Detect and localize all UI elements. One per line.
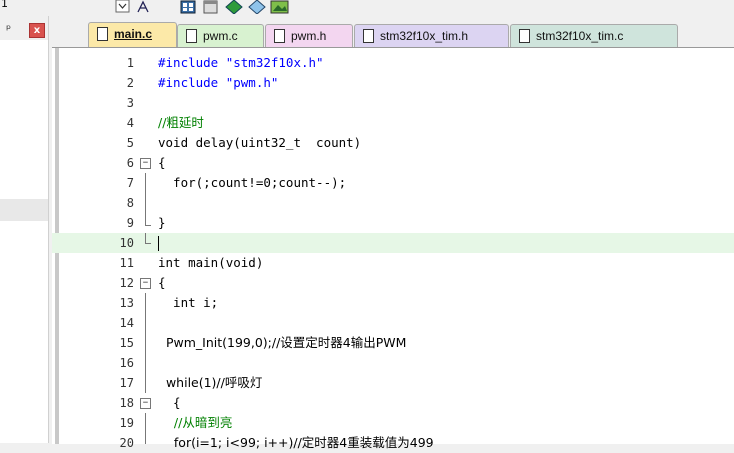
tool-icon[interactable] xyxy=(135,0,153,14)
code-comment: //粗延时 xyxy=(158,115,204,130)
image-icon[interactable] xyxy=(270,0,290,14)
code-text: for(;count!=0;count--); xyxy=(158,175,347,190)
text-caret xyxy=(158,236,159,251)
file-icon xyxy=(186,29,197,43)
tab-label: main.c xyxy=(114,27,153,41)
tab-stm32f10x-tim-h[interactable]: stm32f10x_tim.h xyxy=(354,24,509,47)
pin-icon[interactable]: ᵖ xyxy=(6,22,11,36)
code-text: #include "pwm.h" xyxy=(158,75,279,90)
code-line[interactable]: 8 xyxy=(52,193,734,213)
tab-pwm-c[interactable]: pwm.c xyxy=(177,24,264,47)
code-text: { xyxy=(158,275,166,290)
line-number: 11 xyxy=(119,256,134,270)
line-number: 14 xyxy=(119,316,134,330)
left-panel-header: ᵖ x xyxy=(0,16,48,40)
line-number: 8 xyxy=(126,196,134,210)
code-text: for(i=1; i<99; i++)//定时器4重装载值为499 xyxy=(158,435,434,450)
file-icon xyxy=(274,29,285,43)
code-line[interactable]: 17 while(1)//呼吸灯 xyxy=(52,373,734,393)
code-text: void delay(uint32_t count) xyxy=(158,135,362,150)
editor-tabs: main.c pwm.c pwm.h stm32f10x_tim.h stm32… xyxy=(80,21,734,47)
fold-collapse-icon[interactable]: − xyxy=(140,158,151,169)
fold-collapse-icon[interactable]: − xyxy=(140,278,151,289)
diamond-green-icon[interactable] xyxy=(225,0,243,14)
line-number: 17 xyxy=(119,376,134,390)
line-number: 3 xyxy=(126,96,134,110)
line-number: 18 xyxy=(119,396,134,410)
code-line[interactable]: 12 − { xyxy=(52,273,734,293)
grid-icon[interactable] xyxy=(180,0,198,14)
line-number: 2 xyxy=(126,76,134,90)
code-line[interactable]: 14 xyxy=(52,313,734,333)
tab-stm32f10x-tim-c[interactable]: stm32f10x_tim.c xyxy=(510,24,678,47)
left-panel: ᵖ x xyxy=(0,16,49,443)
line-number: 1 xyxy=(126,56,134,70)
window-icon[interactable] xyxy=(202,0,220,14)
file-icon xyxy=(97,27,108,41)
code-text: int i; xyxy=(158,295,219,310)
tab-label: stm32f10x_tim.c xyxy=(536,29,624,43)
tab-label: stm32f10x_tim.h xyxy=(380,29,469,43)
line-number: 9 xyxy=(126,216,134,230)
line-number: 7 xyxy=(126,176,134,190)
tab-label: pwm.h xyxy=(291,29,327,43)
line-number: 6 xyxy=(126,156,134,170)
checkbox-dropdown-icon[interactable] xyxy=(115,0,133,14)
code-text: { xyxy=(158,155,166,170)
code-text: { xyxy=(158,395,181,410)
line-number: 13 xyxy=(119,296,134,310)
tab-label: pwm.c xyxy=(203,29,238,43)
code-line[interactable]: 3 xyxy=(52,93,734,113)
fold-guide xyxy=(145,233,146,243)
file-icon xyxy=(519,29,530,43)
code-line[interactable]: 9 } xyxy=(52,213,734,233)
code-text: Pwm_Init(199,0);//设置定时器4输出PWM xyxy=(158,335,407,350)
code-comment: //从暗到亮 xyxy=(158,415,233,430)
diamond-blue-icon[interactable] xyxy=(248,0,266,14)
code-line[interactable]: 13 int i; xyxy=(52,293,734,313)
line-number: 4 xyxy=(126,116,134,130)
line-number: 10 xyxy=(119,236,134,250)
left-panel-selected-row[interactable] xyxy=(0,199,48,221)
fold-guide-end xyxy=(145,243,151,244)
code-line[interactable]: 16 xyxy=(52,353,734,373)
current-code-line[interactable]: 10 xyxy=(52,233,734,253)
fold-guide xyxy=(145,413,146,444)
code-text: #include "stm32f10x.h" xyxy=(158,55,324,70)
line-number: 16 xyxy=(119,356,134,370)
tab-main-c[interactable]: main.c xyxy=(88,22,177,47)
code-line[interactable]: 6 − { xyxy=(52,153,734,173)
line-number: 15 xyxy=(119,336,134,350)
code-text: int main(void) xyxy=(158,255,264,270)
tab-pwm-h[interactable]: pwm.h xyxy=(265,24,353,47)
code-line[interactable]: 18 − { xyxy=(52,393,734,413)
line-number: 12 xyxy=(119,276,134,290)
file-icon xyxy=(363,29,374,43)
line-number: 19 xyxy=(119,416,134,430)
code-line[interactable]: 2 #include "pwm.h" xyxy=(52,73,734,93)
code-line[interactable]: 4 //粗延时 xyxy=(52,113,734,133)
code-line[interactable]: 19 //从暗到亮 xyxy=(52,413,734,433)
fold-collapse-icon[interactable]: − xyxy=(140,398,151,409)
code-line[interactable]: 5 void delay(uint32_t count) xyxy=(52,133,734,153)
fold-guide-end xyxy=(145,225,151,226)
code-line[interactable]: 1 #include "stm32f10x.h" xyxy=(52,53,734,73)
code-line[interactable]: 11 int main(void) xyxy=(52,253,734,273)
line-number: 5 xyxy=(126,136,134,150)
line-number: 20 xyxy=(119,436,134,450)
code-line[interactable]: 7 for(;count!=0;count--); xyxy=(52,173,734,193)
toolbar-cut-label: 1 xyxy=(1,0,8,10)
code-text: while(1)//呼吸灯 xyxy=(158,375,263,390)
code-line[interactable]: 20 for(i=1; i<99; i++)//定时器4重装载值为499 xyxy=(52,433,734,453)
code-text: } xyxy=(158,215,166,230)
toolbar: 1 xyxy=(0,0,734,16)
fold-guide xyxy=(145,293,146,393)
fold-guide xyxy=(145,173,146,225)
code-line[interactable]: 15 Pwm_Init(199,0);//设置定时器4输出PWM xyxy=(52,333,734,353)
close-icon[interactable]: x xyxy=(29,23,45,38)
code-editor[interactable]: 1 #include "stm32f10x.h" 2 #include "pwm… xyxy=(52,47,734,450)
